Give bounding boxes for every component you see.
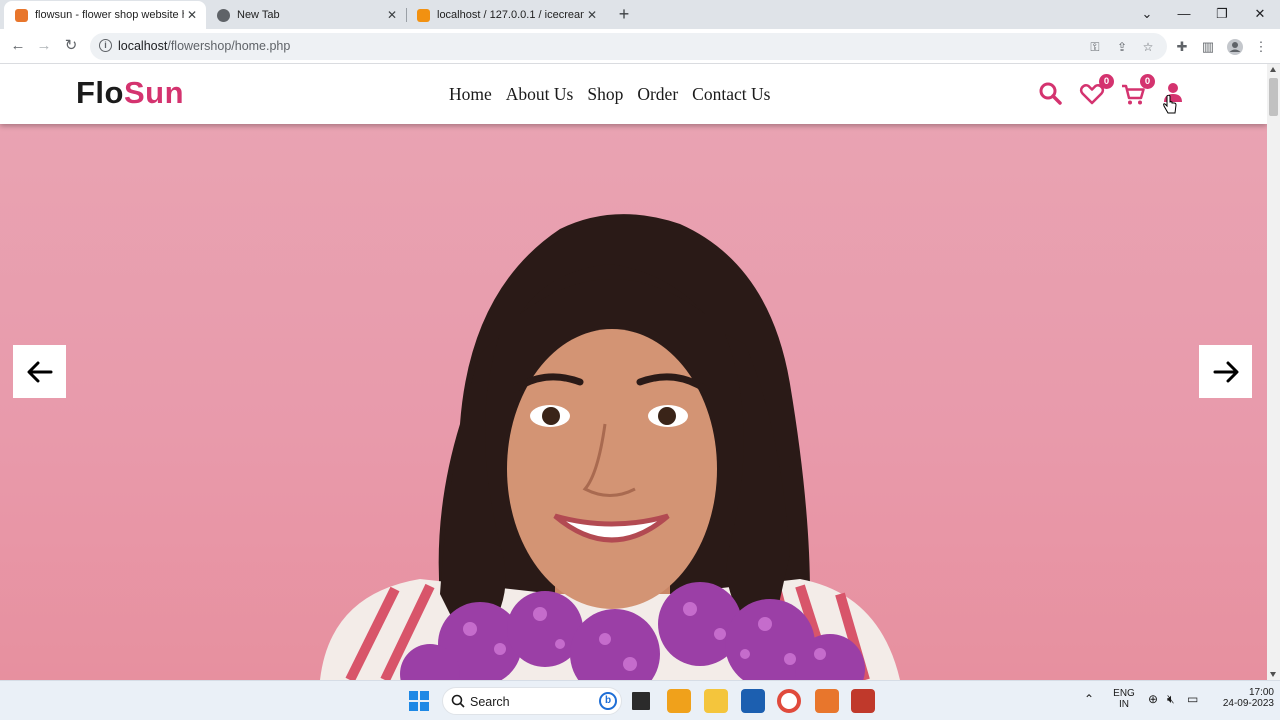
language-indicator[interactable]: ENG IN [1110, 688, 1138, 710]
main-nav: Home About Us Shop Order Contact Us [449, 84, 770, 105]
nav-shop[interactable]: Shop [587, 84, 623, 105]
tab-title: localhost / 127.0.0.1 / icecreamsh [437, 9, 584, 21]
xampp-favicon-icon [15, 8, 28, 22]
close-tab-icon[interactable]: ✕ [584, 8, 600, 22]
xampp-icon[interactable] [815, 689, 839, 713]
nav-order[interactable]: Order [637, 84, 678, 105]
wishlist-count-badge: 0 [1099, 74, 1114, 89]
clock[interactable]: 17:00 24-09-2023 [1212, 687, 1274, 709]
slider-next-button[interactable] [1199, 345, 1252, 398]
hand-cursor-icon [1163, 94, 1177, 120]
hero-woman-with-flowers-image [320, 214, 900, 680]
search-icon[interactable] [1037, 80, 1065, 108]
file-explorer-icon[interactable] [704, 689, 728, 713]
back-arrow-icon[interactable]: ← [7, 35, 29, 57]
bing-chat-icon[interactable]: b [599, 692, 617, 710]
side-panel-icon[interactable]: ▥ [1199, 38, 1217, 56]
restore-button[interactable]: ❐ [1202, 0, 1242, 29]
chrome-icon[interactable] [777, 689, 801, 713]
forward-arrow-icon[interactable]: → [33, 35, 55, 57]
browser-toolbar: ← → ↻ i localhost/flowershop/home.php ⚿ … [0, 29, 1280, 64]
arrow-right-icon [1213, 361, 1238, 382]
sublime-text-icon[interactable] [667, 689, 691, 713]
windows-taskbar: Search b ⌃ ENG IN ⊕ 🔇︎ ▭ 17:00 24-09-2023 [0, 680, 1280, 720]
wishlist-heart-icon[interactable]: 0 [1078, 74, 1114, 108]
scroll-down-arrow-icon[interactable] [1270, 672, 1276, 677]
tab-flowsun[interactable]: flowsun - flower shop website ho ✕ [4, 1, 206, 29]
tab-new-tab[interactable]: New Tab ✕ [206, 1, 406, 29]
tab-phpmyadmin[interactable]: localhost / 127.0.0.1 / icecreamsh ✕ [406, 1, 606, 29]
address-bar[interactable]: i localhost/flowershop/home.php ⚿ ⇪ ☆ [90, 33, 1167, 60]
screen-recorder-icon[interactable] [851, 689, 875, 713]
site-info-icon[interactable]: i [99, 39, 112, 52]
key-icon[interactable]: ⚿ [1086, 38, 1104, 56]
site-logo[interactable]: FloSun [76, 75, 184, 111]
browser-tab-strip: flowsun - flower shop website ho ✕ New T… [0, 0, 1280, 29]
search-icon [451, 694, 465, 708]
scrollbar-thumb[interactable] [1269, 78, 1278, 116]
address-url[interactable]: localhost/flowershop/home.php [118, 39, 290, 53]
hero-slider [0, 124, 1267, 680]
new-tab-button[interactable]: + [614, 3, 634, 25]
arrow-left-icon [27, 361, 52, 382]
cart-icon[interactable]: 0 [1119, 74, 1155, 108]
chrome-favicon-icon [217, 8, 230, 22]
tab-search-chevron-icon[interactable]: ⌄ [1127, 0, 1167, 29]
web-page: FloSun Home About Us Shop Order Contact … [0, 64, 1267, 680]
nav-contact-us[interactable]: Contact Us [692, 84, 770, 105]
phpmyadmin-favicon-icon [417, 8, 430, 22]
battery-icon[interactable]: ▭ [1187, 692, 1198, 706]
windows-start-icon[interactable] [407, 689, 431, 713]
close-tab-icon[interactable]: ✕ [384, 8, 400, 22]
reload-icon[interactable]: ↻ [60, 35, 82, 57]
close-window-button[interactable]: ✕ [1240, 0, 1280, 29]
page-scrollbar[interactable] [1267, 64, 1280, 680]
browser-menu-icon[interactable]: ⋮ [1252, 38, 1270, 56]
close-tab-icon[interactable]: ✕ [184, 8, 200, 22]
scroll-up-arrow-icon[interactable] [1270, 67, 1276, 72]
nav-home[interactable]: Home [449, 84, 492, 105]
share-icon[interactable]: ⇪ [1113, 38, 1131, 56]
show-hidden-icons-chevron-icon[interactable]: ⌃ [1084, 692, 1094, 706]
taskbar-search-label: Search [470, 695, 510, 709]
bookmark-star-icon[interactable]: ☆ [1139, 38, 1157, 56]
task-view-icon[interactable] [629, 689, 653, 713]
tab-title: flowsun - flower shop website ho [35, 9, 184, 21]
network-globe-icon[interactable]: ⊕ [1148, 692, 1158, 706]
slider-prev-button[interactable] [13, 345, 66, 398]
nav-about-us[interactable]: About Us [506, 84, 574, 105]
volume-muted-icon[interactable]: 🔇︎ [1167, 692, 1175, 707]
cart-count-badge: 0 [1140, 74, 1155, 89]
tab-title: New Tab [237, 9, 280, 21]
taskbar-search-box[interactable]: Search b [442, 687, 622, 715]
microsoft-store-icon[interactable] [741, 689, 765, 713]
extensions-puzzle-icon[interactable]: ✚ [1173, 38, 1191, 56]
minimize-button[interactable]: — [1164, 0, 1204, 29]
site-header: FloSun Home About Us Shop Order Contact … [0, 64, 1267, 124]
profile-avatar-icon[interactable] [1226, 38, 1244, 56]
